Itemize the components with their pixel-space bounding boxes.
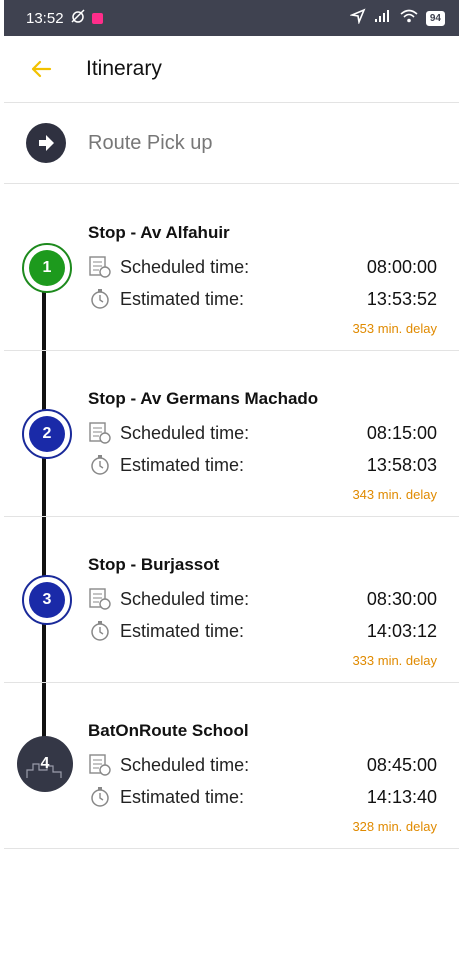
- back-button[interactable]: [26, 54, 56, 84]
- estimated-time-row: Estimated time: 13:58:03: [88, 452, 437, 478]
- signal-icon: [374, 9, 392, 27]
- estimated-label: Estimated time:: [120, 620, 245, 641]
- stop-item[interactable]: 3 Stop - Burjassot Scheduled time: 08:30…: [4, 516, 459, 683]
- estimated-time-row: Estimated time: 14:03:12: [88, 618, 437, 644]
- route-pickup-row[interactable]: Route Pick up: [4, 103, 459, 184]
- estimated-label: Estimated time:: [120, 454, 245, 475]
- scheduled-value: 08:30:00: [366, 588, 437, 609]
- scheduled-value: 08:45:00: [366, 754, 437, 775]
- school-marker: 4: [17, 736, 73, 792]
- stop-item[interactable]: 4 BatOnRoute School Scheduled time: 08:4…: [4, 682, 459, 849]
- scheduled-time-row: Scheduled time: 08:15:00: [88, 420, 437, 446]
- scheduled-label: Scheduled time:: [120, 422, 250, 443]
- estimated-value: 13:53:52: [366, 288, 437, 309]
- stop-item[interactable]: 2 Stop - Av Germans Machado Scheduled ti…: [4, 350, 459, 517]
- stop-number: 4: [40, 755, 50, 772]
- stopwatch-icon: [88, 785, 112, 809]
- arrow-left-icon: [31, 60, 52, 78]
- scheduled-label: Scheduled time:: [120, 588, 250, 609]
- delay-text: 333 min. delay: [352, 653, 437, 668]
- estimated-time-row: Estimated time: 14:13:40: [88, 784, 437, 810]
- scheduled-time-row: Scheduled time: 08:30:00: [88, 586, 437, 612]
- delay-text: 353 min. delay: [352, 321, 437, 336]
- notification-app-icon: [91, 12, 103, 24]
- alarm-off-icon: [70, 8, 86, 28]
- estimated-value: 13:58:03: [366, 454, 437, 475]
- scheduled-label: Scheduled time:: [120, 754, 250, 775]
- scheduled-time-row: Scheduled time: 08:45:00: [88, 752, 437, 778]
- estimated-label: Estimated time:: [120, 786, 245, 807]
- stop-name: Stop - Av Alfahuir: [88, 223, 230, 242]
- estimated-label: Estimated time:: [120, 288, 245, 309]
- stopwatch-icon: [88, 619, 112, 643]
- route-pickup-label: Route Pick up: [88, 131, 213, 154]
- stop-name: BatOnRoute School: [88, 721, 249, 740]
- wifi-icon: [400, 9, 418, 27]
- stop-marker: 3: [22, 575, 72, 625]
- delay-text: 343 min. delay: [352, 487, 437, 502]
- estimated-value: 14:13:40: [366, 786, 437, 807]
- app-bar: Itinerary: [4, 36, 459, 103]
- battery-indicator: 94: [425, 10, 445, 26]
- delay-text: 328 min. delay: [352, 819, 437, 834]
- estimated-time-row: Estimated time: 13:53:52: [88, 286, 437, 312]
- stopwatch-icon: [88, 287, 112, 311]
- stop-number: 1: [29, 250, 65, 286]
- stop-marker: 2: [22, 409, 72, 459]
- arrow-right-circle-icon: [26, 123, 66, 163]
- schedule-list-icon: [88, 753, 112, 777]
- status-bar: 13:52 94: [4, 0, 459, 36]
- status-time: 13:52: [26, 9, 64, 27]
- schedule-list-icon: [88, 255, 112, 279]
- estimated-value: 14:03:12: [366, 620, 437, 641]
- scheduled-value: 08:15:00: [366, 422, 437, 443]
- stop-name: Stop - Av Germans Machado: [88, 389, 319, 408]
- scheduled-value: 08:00:00: [366, 256, 437, 277]
- stop-number: 3: [29, 582, 65, 618]
- stop-name: Stop - Burjassot: [88, 555, 220, 574]
- scheduled-time-row: Scheduled time: 08:00:00: [88, 254, 437, 280]
- schedule-list-icon: [88, 587, 112, 611]
- schedule-list-icon: [88, 421, 112, 445]
- stopwatch-icon: [88, 453, 112, 477]
- stop-number: 2: [29, 416, 65, 452]
- location-icon: [348, 8, 366, 28]
- stop-item[interactable]: 1 Stop - Av Alfahuir Scheduled time: 08:…: [4, 184, 459, 351]
- stop-marker: 1: [22, 243, 72, 293]
- scheduled-label: Scheduled time:: [120, 256, 250, 277]
- page-title: Itinerary: [86, 57, 162, 80]
